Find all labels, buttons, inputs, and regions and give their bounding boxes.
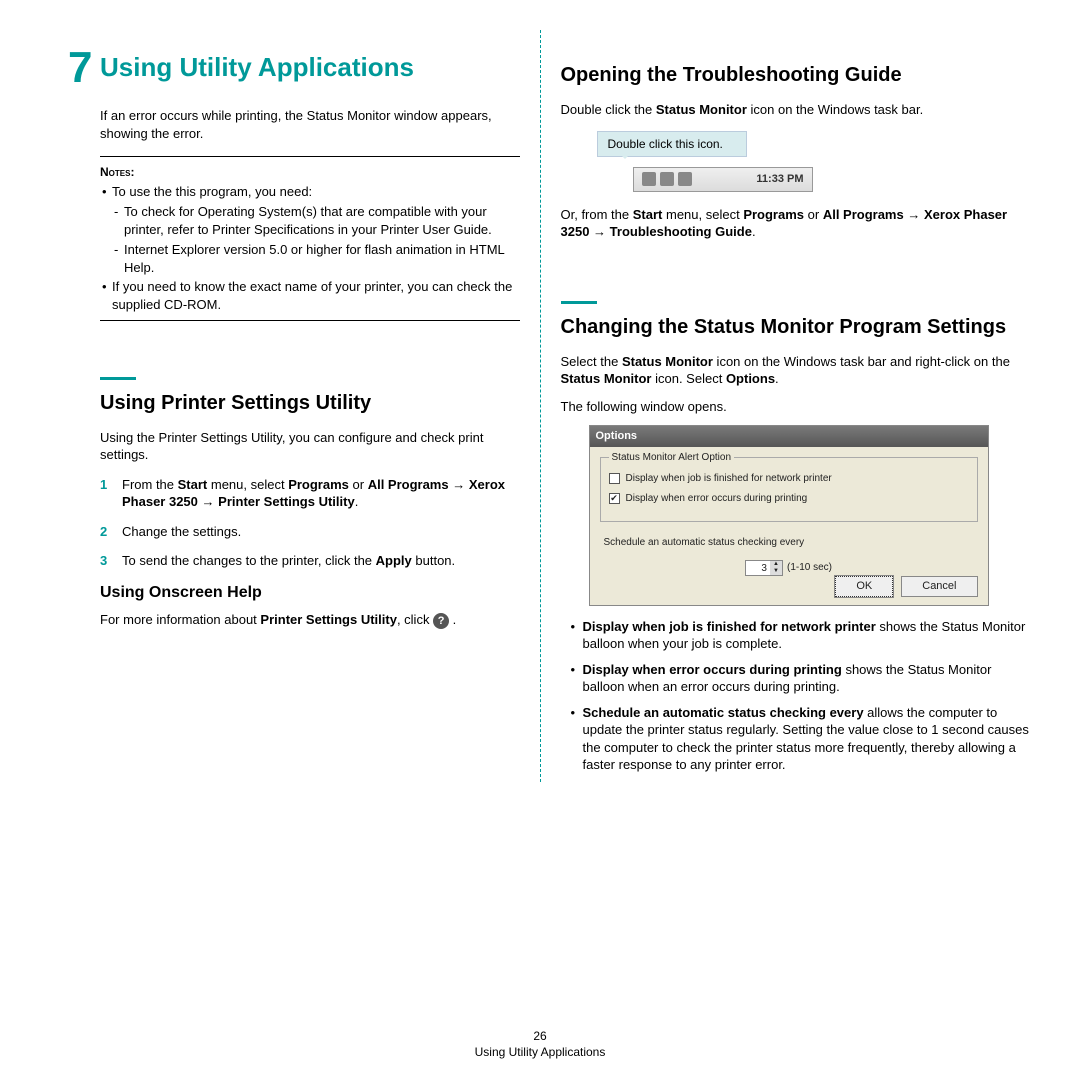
intro-text: If an error occurs while printing, the S… bbox=[100, 107, 520, 142]
callout-label: Double click this icon. bbox=[597, 131, 747, 157]
section-heading: Opening the Troubleshooting Guide bbox=[561, 62, 1036, 89]
notes-box: Notes: To use the this program, you need… bbox=[100, 156, 520, 320]
section-heading: Changing the Status Monitor Program Sett… bbox=[561, 314, 1036, 341]
subsection-heading: Using Onscreen Help bbox=[100, 582, 520, 604]
body-text: Using the Printer Settings Utility, you … bbox=[100, 429, 520, 464]
right-column: Opening the Troubleshooting Guide Double… bbox=[541, 30, 1056, 782]
left-column: 7 Using Utility Applications If an error… bbox=[25, 30, 540, 782]
spinner-up-icon: ▲ bbox=[770, 561, 782, 568]
body-text: The following window opens. bbox=[561, 398, 1036, 416]
feature-bullets: Display when job is finished for network… bbox=[569, 618, 1036, 774]
list-item: Schedule an automatic status checking ev… bbox=[569, 704, 1036, 774]
checkbox-row[interactable]: ✔ Display when error occurs during print… bbox=[609, 492, 969, 506]
spinner-down-icon: ▼ bbox=[770, 568, 782, 575]
help-icon[interactable]: ? bbox=[433, 613, 449, 629]
checkbox-label: Display when job is finished for network… bbox=[626, 472, 832, 486]
list-item: 2Change the settings. bbox=[100, 523, 520, 541]
list-item: 1 From the Start menu, select Programs o… bbox=[100, 476, 520, 511]
notes-dash: Internet Explorer version 5.0 or higher … bbox=[100, 241, 520, 276]
list-item: 3 To send the changes to the printer, cl… bbox=[100, 552, 520, 570]
tray-monitor-icon[interactable] bbox=[678, 172, 692, 186]
spinner-range: (1-10 sec) bbox=[787, 561, 832, 575]
tray-illustration: Double click this icon. 11:33 PM bbox=[597, 131, 1036, 192]
alert-option-fieldset: Status Monitor Alert Option Display when… bbox=[600, 457, 978, 522]
list-item: Display when job is finished for network… bbox=[569, 618, 1036, 653]
body-text: Or, from the Start menu, select Programs… bbox=[561, 206, 1036, 241]
tray-printer-icon[interactable] bbox=[642, 172, 656, 186]
section-heading: Using Printer Settings Utility bbox=[100, 390, 520, 417]
notes-bullet: To use the this program, you need: bbox=[100, 183, 520, 201]
numbered-list: 1 From the Start menu, select Programs o… bbox=[100, 476, 520, 570]
notes-label: Notes: bbox=[100, 165, 134, 179]
checkbox-label: Display when error occurs during printin… bbox=[626, 492, 808, 506]
section-rule bbox=[561, 301, 597, 304]
section-rule bbox=[100, 377, 136, 380]
options-dialog: Options Status Monitor Alert Option Disp… bbox=[589, 425, 989, 605]
tray-status-icon[interactable] bbox=[660, 172, 674, 186]
checkbox-row[interactable]: Display when job is finished for network… bbox=[609, 472, 969, 486]
checkbox-icon[interactable] bbox=[609, 473, 620, 484]
fieldset-legend: Status Monitor Alert Option bbox=[609, 451, 735, 465]
page-number: 26 bbox=[0, 1028, 1080, 1044]
ok-button[interactable]: OK bbox=[835, 576, 893, 597]
system-tray: 11:33 PM bbox=[633, 167, 813, 192]
chapter-title: Using Utility Applications bbox=[100, 50, 520, 85]
schedule-label: Schedule an automatic status checking ev… bbox=[604, 536, 978, 550]
chapter-number: 7 bbox=[68, 38, 92, 97]
body-text: Double click the Status Monitor icon on … bbox=[561, 101, 1036, 119]
body-text: Select the Status Monitor icon on the Wi… bbox=[561, 353, 1036, 388]
list-item: Display when error occurs during printin… bbox=[569, 661, 1036, 696]
body-text: For more information about Printer Setti… bbox=[100, 611, 520, 629]
notes-bullet: If you need to know the exact name of yo… bbox=[100, 278, 520, 313]
footer-text: Using Utility Applications bbox=[0, 1044, 1080, 1060]
tray-clock: 11:33 PM bbox=[756, 172, 803, 187]
dialog-titlebar: Options bbox=[590, 426, 988, 447]
checkbox-icon[interactable]: ✔ bbox=[609, 493, 620, 504]
page-footer: 26 Using Utility Applications bbox=[0, 1028, 1080, 1060]
cancel-button[interactable]: Cancel bbox=[901, 576, 977, 597]
notes-dash: To check for Operating System(s) that ar… bbox=[100, 203, 520, 238]
interval-spinner[interactable]: 3 ▲▼ bbox=[745, 560, 783, 576]
